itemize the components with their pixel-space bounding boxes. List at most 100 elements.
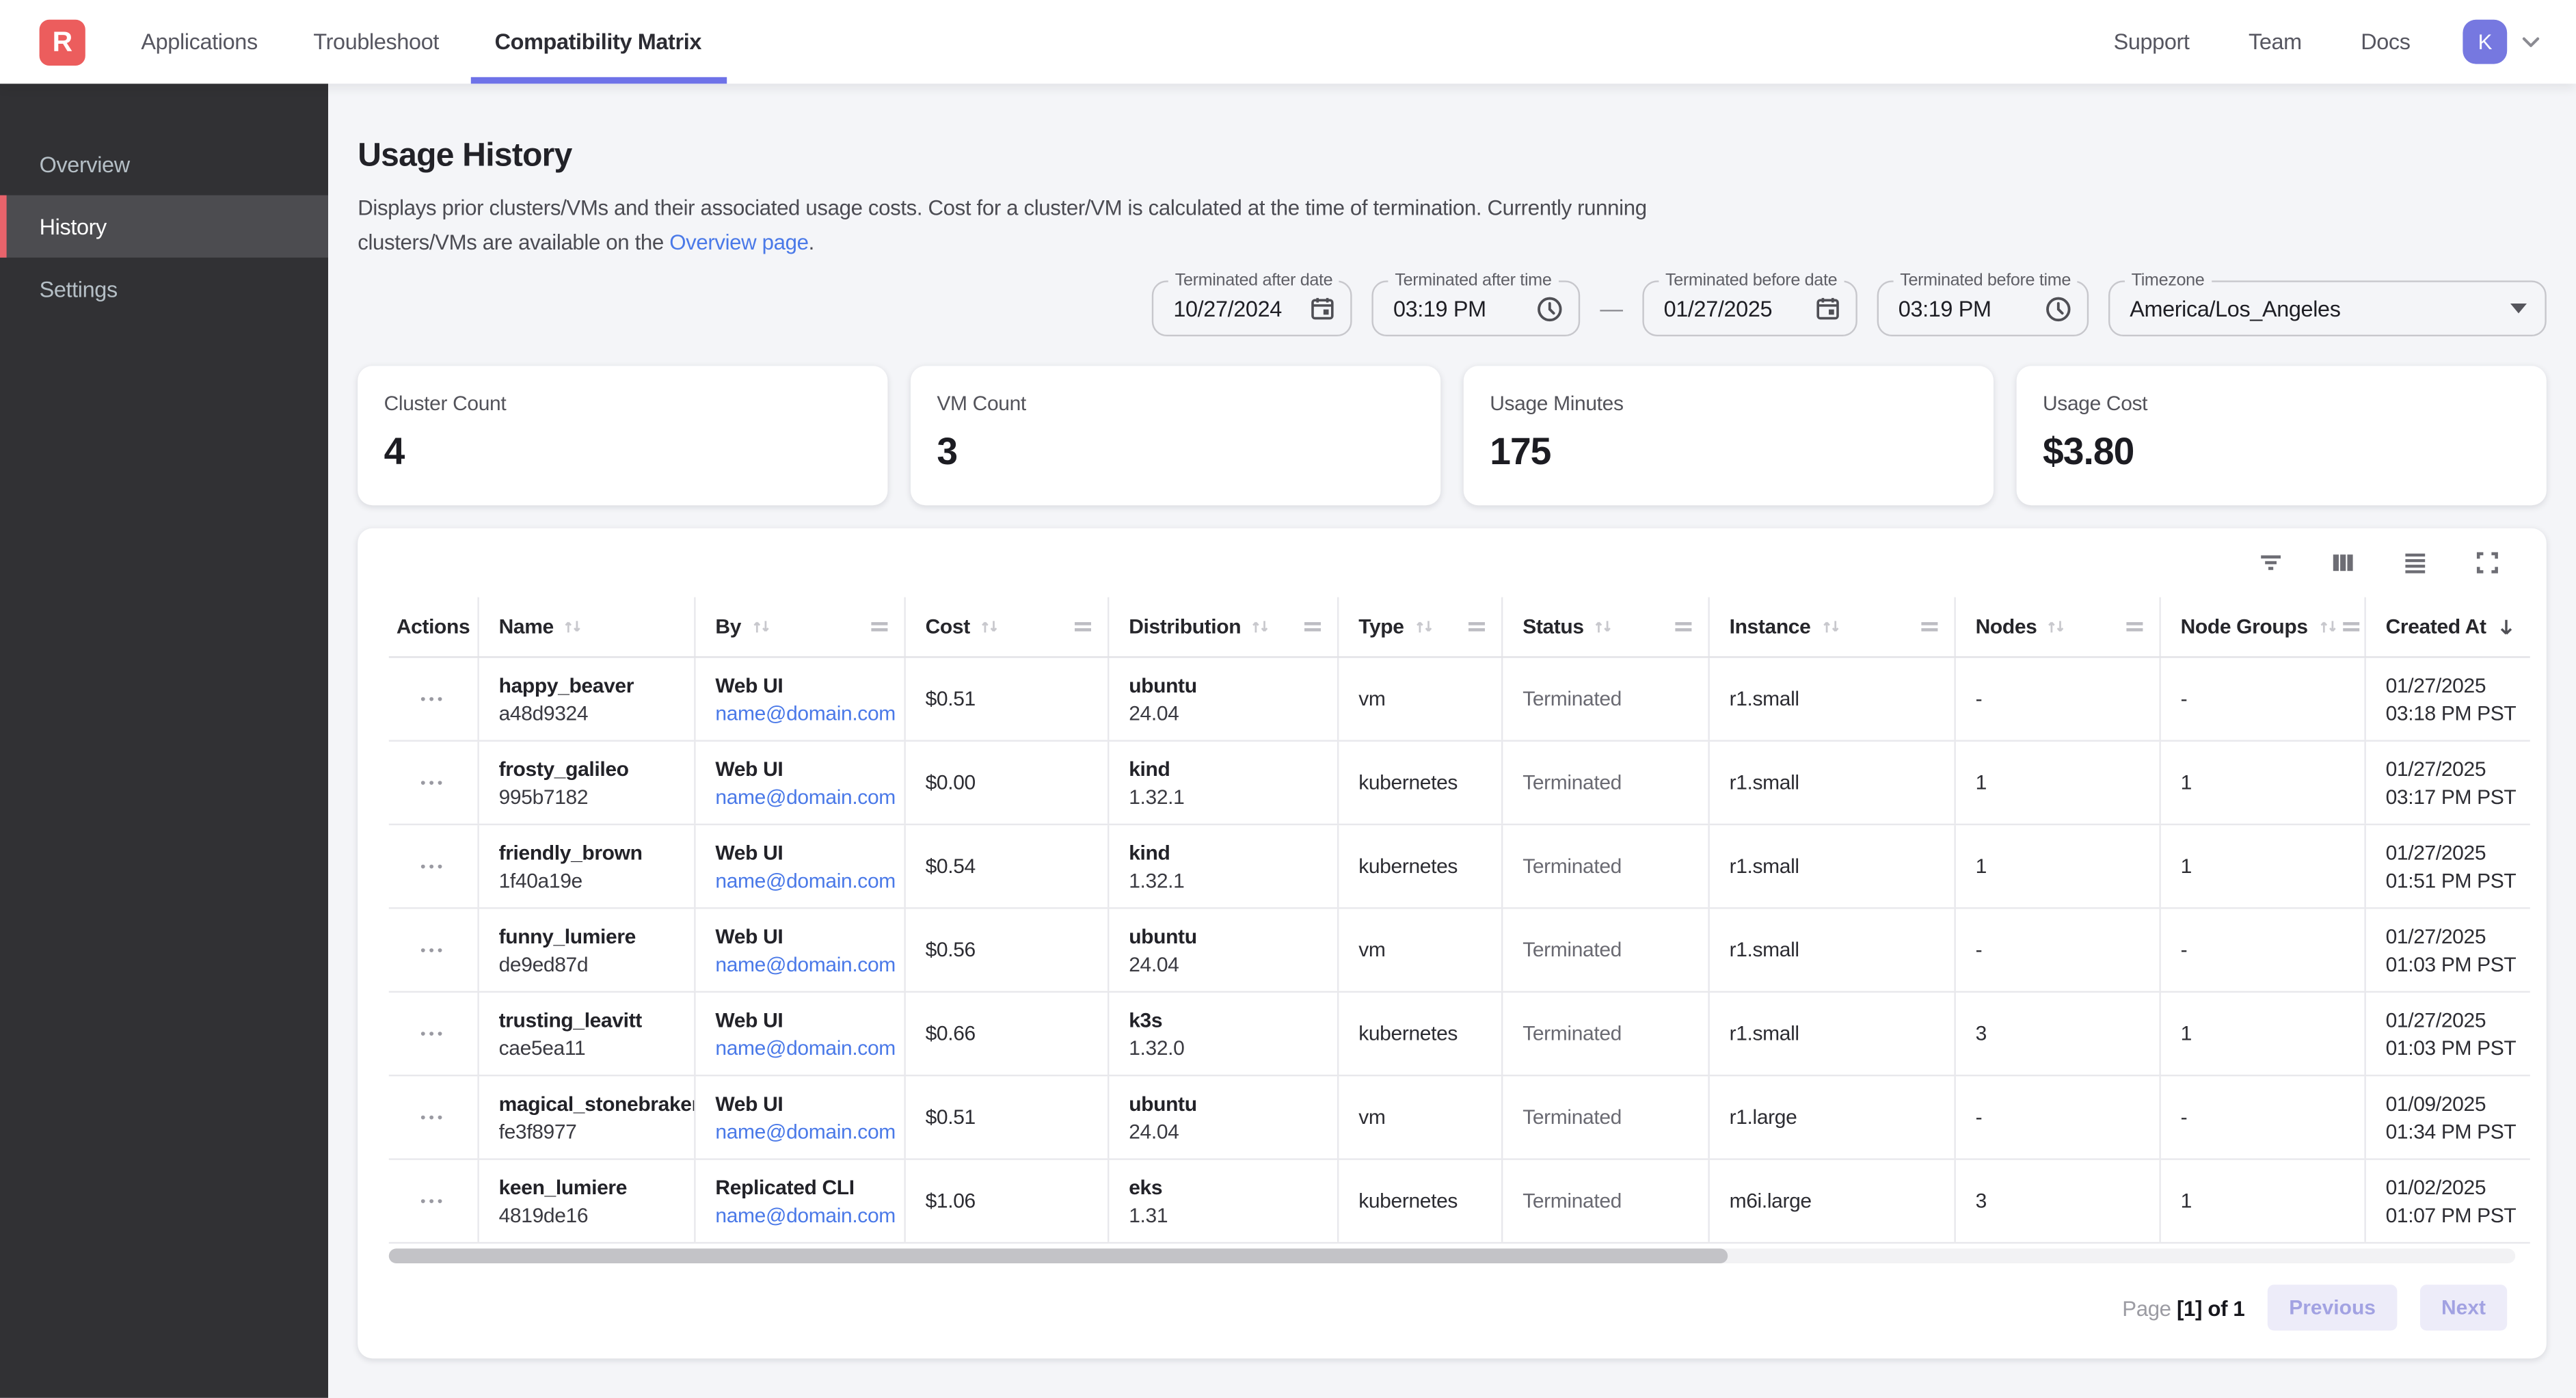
cell-name: keen_lumiere4819de16 — [479, 1160, 696, 1242]
cell-status: Terminated — [1503, 1160, 1709, 1242]
created-time: 01:03 PM PST — [2386, 1036, 2519, 1060]
row-actions-button[interactable]: ••• — [420, 692, 446, 707]
terminated-before-date-field[interactable]: Terminated before date 01/27/2025 — [1642, 281, 1857, 337]
column-header-cost[interactable]: Cost — [906, 597, 1110, 656]
cluster-id: de9ed87d — [499, 952, 684, 976]
column-menu-icon[interactable] — [2339, 615, 2362, 638]
column-menu-icon[interactable] — [1071, 615, 1095, 638]
distribution-name: eks — [1129, 1176, 1327, 1199]
created-by-email-link[interactable]: name@domain.com — [715, 952, 894, 976]
row-actions-button[interactable]: ••• — [420, 943, 446, 958]
cell-name: friendly_brown1f40a19e — [479, 825, 696, 907]
column-header-by[interactable]: By — [696, 597, 906, 656]
created-by-email-link[interactable]: name@domain.com — [715, 1036, 894, 1060]
nav-link-support[interactable]: Support — [2087, 29, 2216, 54]
column-menu-icon[interactable] — [1301, 615, 1324, 638]
chevron-down-icon[interactable] — [2519, 29, 2543, 54]
column-menu-icon[interactable] — [1672, 615, 1695, 638]
column-menu-icon[interactable] — [1918, 615, 1942, 638]
filter-icon[interactable] — [2253, 545, 2289, 581]
column-menu-icon[interactable] — [868, 615, 891, 638]
sidebar-item-overview[interactable]: Overview — [0, 133, 328, 195]
timezone-select[interactable]: Timezone America/Los_Angeles — [2108, 281, 2547, 337]
table-row: •••happy_beavera48d9324Web UIname@domain… — [389, 658, 2530, 742]
column-header-name[interactable]: Name — [479, 597, 696, 656]
row-actions-button[interactable]: ••• — [420, 1194, 446, 1209]
terminated-after-time-field[interactable]: Terminated after time 03:19 PM — [1372, 281, 1581, 337]
sidebar-item-settings[interactable]: Settings — [0, 258, 328, 320]
nav-tab-troubleshoot[interactable]: Troubleshoot — [289, 0, 464, 83]
columns-icon[interactable] — [2325, 545, 2361, 581]
row-actions-button[interactable]: ••• — [420, 1026, 446, 1041]
sort-icon[interactable] — [1249, 615, 1272, 638]
column-header-type[interactable]: Type — [1339, 597, 1503, 656]
sort-icon[interactable] — [2045, 615, 2068, 638]
nodes-value: 3 — [1976, 1022, 2149, 1045]
sort-icon[interactable] — [978, 615, 1002, 638]
sort-icon[interactable] — [1412, 615, 1436, 638]
column-header-instance[interactable]: Instance — [1710, 597, 1956, 656]
density-icon[interactable] — [2397, 545, 2433, 581]
table-row: •••frosty_galileo995b7182Web UIname@doma… — [389, 742, 2530, 825]
column-header-nodes[interactable]: Nodes — [1956, 597, 2161, 656]
created-by-email-link[interactable]: name@domain.com — [715, 869, 894, 892]
sort-icon[interactable] — [1819, 615, 1842, 638]
instance-value: r1.small — [1730, 939, 1944, 962]
sort-desc-icon[interactable] — [2495, 615, 2519, 639]
column-header-created_at[interactable]: Created At — [2366, 597, 2529, 656]
cell-distribution: ubuntu24.04 — [1109, 1077, 1339, 1159]
column-header-actions[interactable]: Actions — [389, 597, 479, 656]
sort-icon[interactable] — [562, 615, 585, 638]
column-header-status[interactable]: Status — [1503, 597, 1709, 656]
fullscreen-icon[interactable] — [2469, 545, 2506, 581]
distribution-name: k3s — [1129, 1008, 1327, 1032]
nav-link-docs[interactable]: Docs — [2335, 29, 2437, 54]
row-actions-button[interactable]: ••• — [420, 859, 446, 874]
sort-icon[interactable] — [1592, 615, 1615, 638]
created-by-email-link[interactable]: name@domain.com — [715, 1204, 894, 1227]
nav-tab-compatibility-matrix[interactable]: Compatibility Matrix — [470, 0, 726, 83]
app-root: R Applications Troubleshoot Compatibilit… — [0, 0, 2576, 1398]
cell-actions: ••• — [389, 658, 479, 740]
horizontal-scrollbar[interactable] — [389, 1249, 2515, 1264]
sidebar-item-history[interactable]: History — [0, 196, 328, 258]
nav-tabs: Applications Troubleshoot Compatibility … — [113, 0, 729, 83]
instance-value: r1.small — [1730, 771, 1944, 794]
cell-cost: $0.00 — [906, 742, 1110, 824]
cell-type: vm — [1339, 1077, 1503, 1159]
column-header-node_groups[interactable]: Node Groups — [2161, 597, 2366, 656]
cell-type: kubernetes — [1339, 993, 1503, 1075]
nav-tab-applications[interactable]: Applications — [116, 0, 282, 83]
terminated-before-time-field[interactable]: Terminated before time 03:19 PM — [1877, 281, 2089, 337]
caret-down-icon[interactable] — [2510, 304, 2527, 313]
status-value: Terminated — [1522, 939, 1698, 962]
overview-page-link[interactable]: Overview page — [669, 230, 808, 254]
instance-value: r1.small — [1730, 855, 1944, 878]
row-actions-button[interactable]: ••• — [420, 1110, 446, 1125]
terminated-after-date-field[interactable]: Terminated after date 10/27/2024 — [1152, 281, 1352, 337]
previous-page-button[interactable]: Previous — [2268, 1285, 2397, 1330]
column-header-distribution[interactable]: Distribution — [1109, 597, 1339, 656]
sort-icon[interactable] — [2316, 615, 2339, 638]
sort-icon[interactable] — [749, 615, 773, 638]
column-menu-icon[interactable] — [1465, 615, 1488, 638]
created-by-email-link[interactable]: name@domain.com — [715, 701, 894, 725]
avatar[interactable]: K — [2463, 20, 2507, 64]
calendar-icon[interactable] — [1814, 295, 1840, 321]
replicated-logo-icon[interactable]: R — [40, 19, 85, 65]
scrollbar-thumb[interactable] — [389, 1249, 1729, 1264]
created-date: 01/27/2025 — [2386, 757, 2519, 781]
row-actions-button[interactable]: ••• — [420, 775, 446, 790]
created-by-email-link[interactable]: name@domain.com — [715, 1120, 894, 1143]
clock-icon[interactable] — [2044, 295, 2072, 323]
cluster-name: frosty_galileo — [499, 757, 684, 781]
nav-link-team[interactable]: Team — [2223, 29, 2329, 54]
created-by-email-link[interactable]: name@domain.com — [715, 785, 894, 809]
calendar-icon[interactable] — [1310, 295, 1336, 321]
table-row: •••magical_stonebrakerfe3f8977Web UIname… — [389, 1077, 2530, 1160]
clock-icon[interactable] — [1536, 295, 1564, 323]
column-menu-icon[interactable] — [2123, 615, 2147, 638]
created-time: 01:51 PM PST — [2386, 869, 2519, 892]
type-value: vm — [1358, 688, 1491, 711]
next-page-button[interactable]: Next — [2420, 1285, 2507, 1330]
